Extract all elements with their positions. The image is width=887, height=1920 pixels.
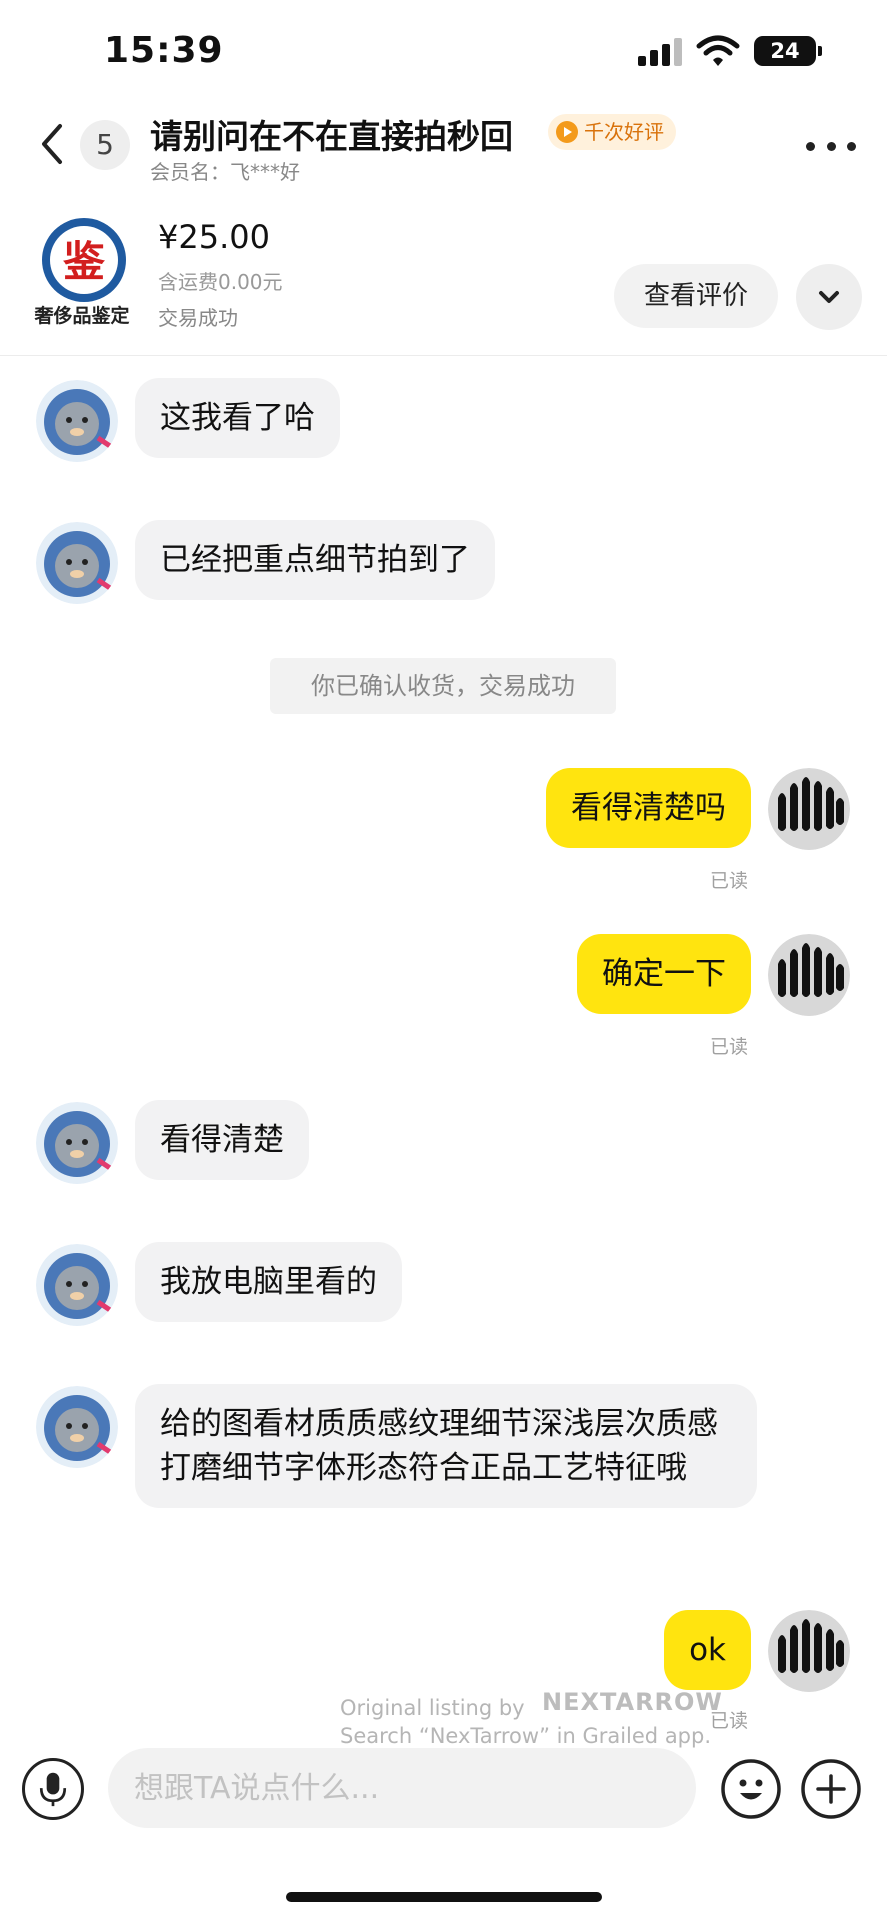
shipping-fee: 含运费0.00元 (158, 270, 283, 294)
status-time: 15:39 (104, 30, 224, 71)
message-bubble-incoming[interactable]: 我放电脑里看的 (135, 1242, 402, 1322)
message-input[interactable] (108, 1748, 696, 1828)
seller-avatar[interactable] (36, 1102, 118, 1184)
message-bubble-outgoing[interactable]: 看得清楚吗 (546, 768, 751, 848)
chat-header: 5 请别问在不在直接拍秒回 千次好评 会员名：飞***好 (0, 100, 887, 200)
view-review-button[interactable]: 查看评价 (614, 264, 778, 328)
chevron-left-icon[interactable] (34, 120, 70, 168)
user-avatar[interactable] (768, 1610, 850, 1692)
message-bubble-incoming[interactable]: 看得清楚 (135, 1100, 309, 1180)
status-bar: 15:39 24 (0, 0, 887, 100)
rating-badge[interactable]: 千次好评 (548, 114, 676, 150)
seller-avatar[interactable] (36, 1386, 118, 1468)
message-bubble-incoming[interactable]: 给的图看材质质感纹理细节深浅层次质感打磨细节字体形态符合正品工艺特征哦 (135, 1384, 757, 1508)
read-receipt: 已读 (710, 1036, 749, 1058)
product-price: ¥25.00 (158, 218, 270, 256)
unread-count-badge[interactable]: 5 (80, 120, 130, 170)
user-avatar[interactable] (768, 934, 850, 1016)
chevron-down-icon[interactable] (796, 264, 862, 330)
chat-title: 请别问在不在直接拍秒回 (150, 117, 513, 156)
badge-play-icon (556, 121, 578, 143)
input-bar (0, 1740, 887, 1840)
plus-icon[interactable] (800, 1758, 862, 1820)
user-avatar[interactable] (768, 768, 850, 850)
rating-badge-label: 千次好评 (584, 120, 664, 144)
message-bubble-outgoing[interactable]: ok (664, 1610, 751, 1690)
seller-avatar[interactable] (36, 522, 118, 604)
product-logo-glyph: 鉴 (63, 237, 105, 286)
product-logo-caption: 奢侈品鉴定 (33, 304, 129, 327)
product-card[interactable]: 鉴 奢侈品鉴定 ¥25.00 含运费0.00元 交易成功 查看评价 (0, 200, 887, 356)
product-logo: 鉴 奢侈品鉴定 (22, 216, 142, 328)
more-dots-icon[interactable] (806, 136, 856, 156)
microphone-icon[interactable] (22, 1758, 84, 1820)
message-bubble-incoming[interactable]: 这我看了哈 (135, 378, 340, 458)
watermark-brand: NEXTARROW (542, 1688, 723, 1716)
member-name: 会员名：飞***好 (150, 160, 300, 184)
smiley-icon[interactable] (720, 1758, 782, 1820)
trade-status: 交易成功 (158, 306, 238, 330)
read-receipt: 已读 (710, 870, 749, 892)
seller-avatar[interactable] (36, 1244, 118, 1326)
message-bubble-incoming[interactable]: 已经把重点细节拍到了 (135, 520, 495, 600)
battery-icon: 24 (754, 36, 822, 66)
seller-avatar[interactable] (36, 380, 118, 462)
message-bubble-outgoing[interactable]: 确定一下 (577, 934, 751, 1014)
wifi-icon (696, 35, 740, 66)
system-message: 你已确认收货，交易成功 (270, 658, 616, 714)
cellular-signal-icon (638, 38, 684, 66)
home-indicator[interactable] (286, 1892, 602, 1902)
